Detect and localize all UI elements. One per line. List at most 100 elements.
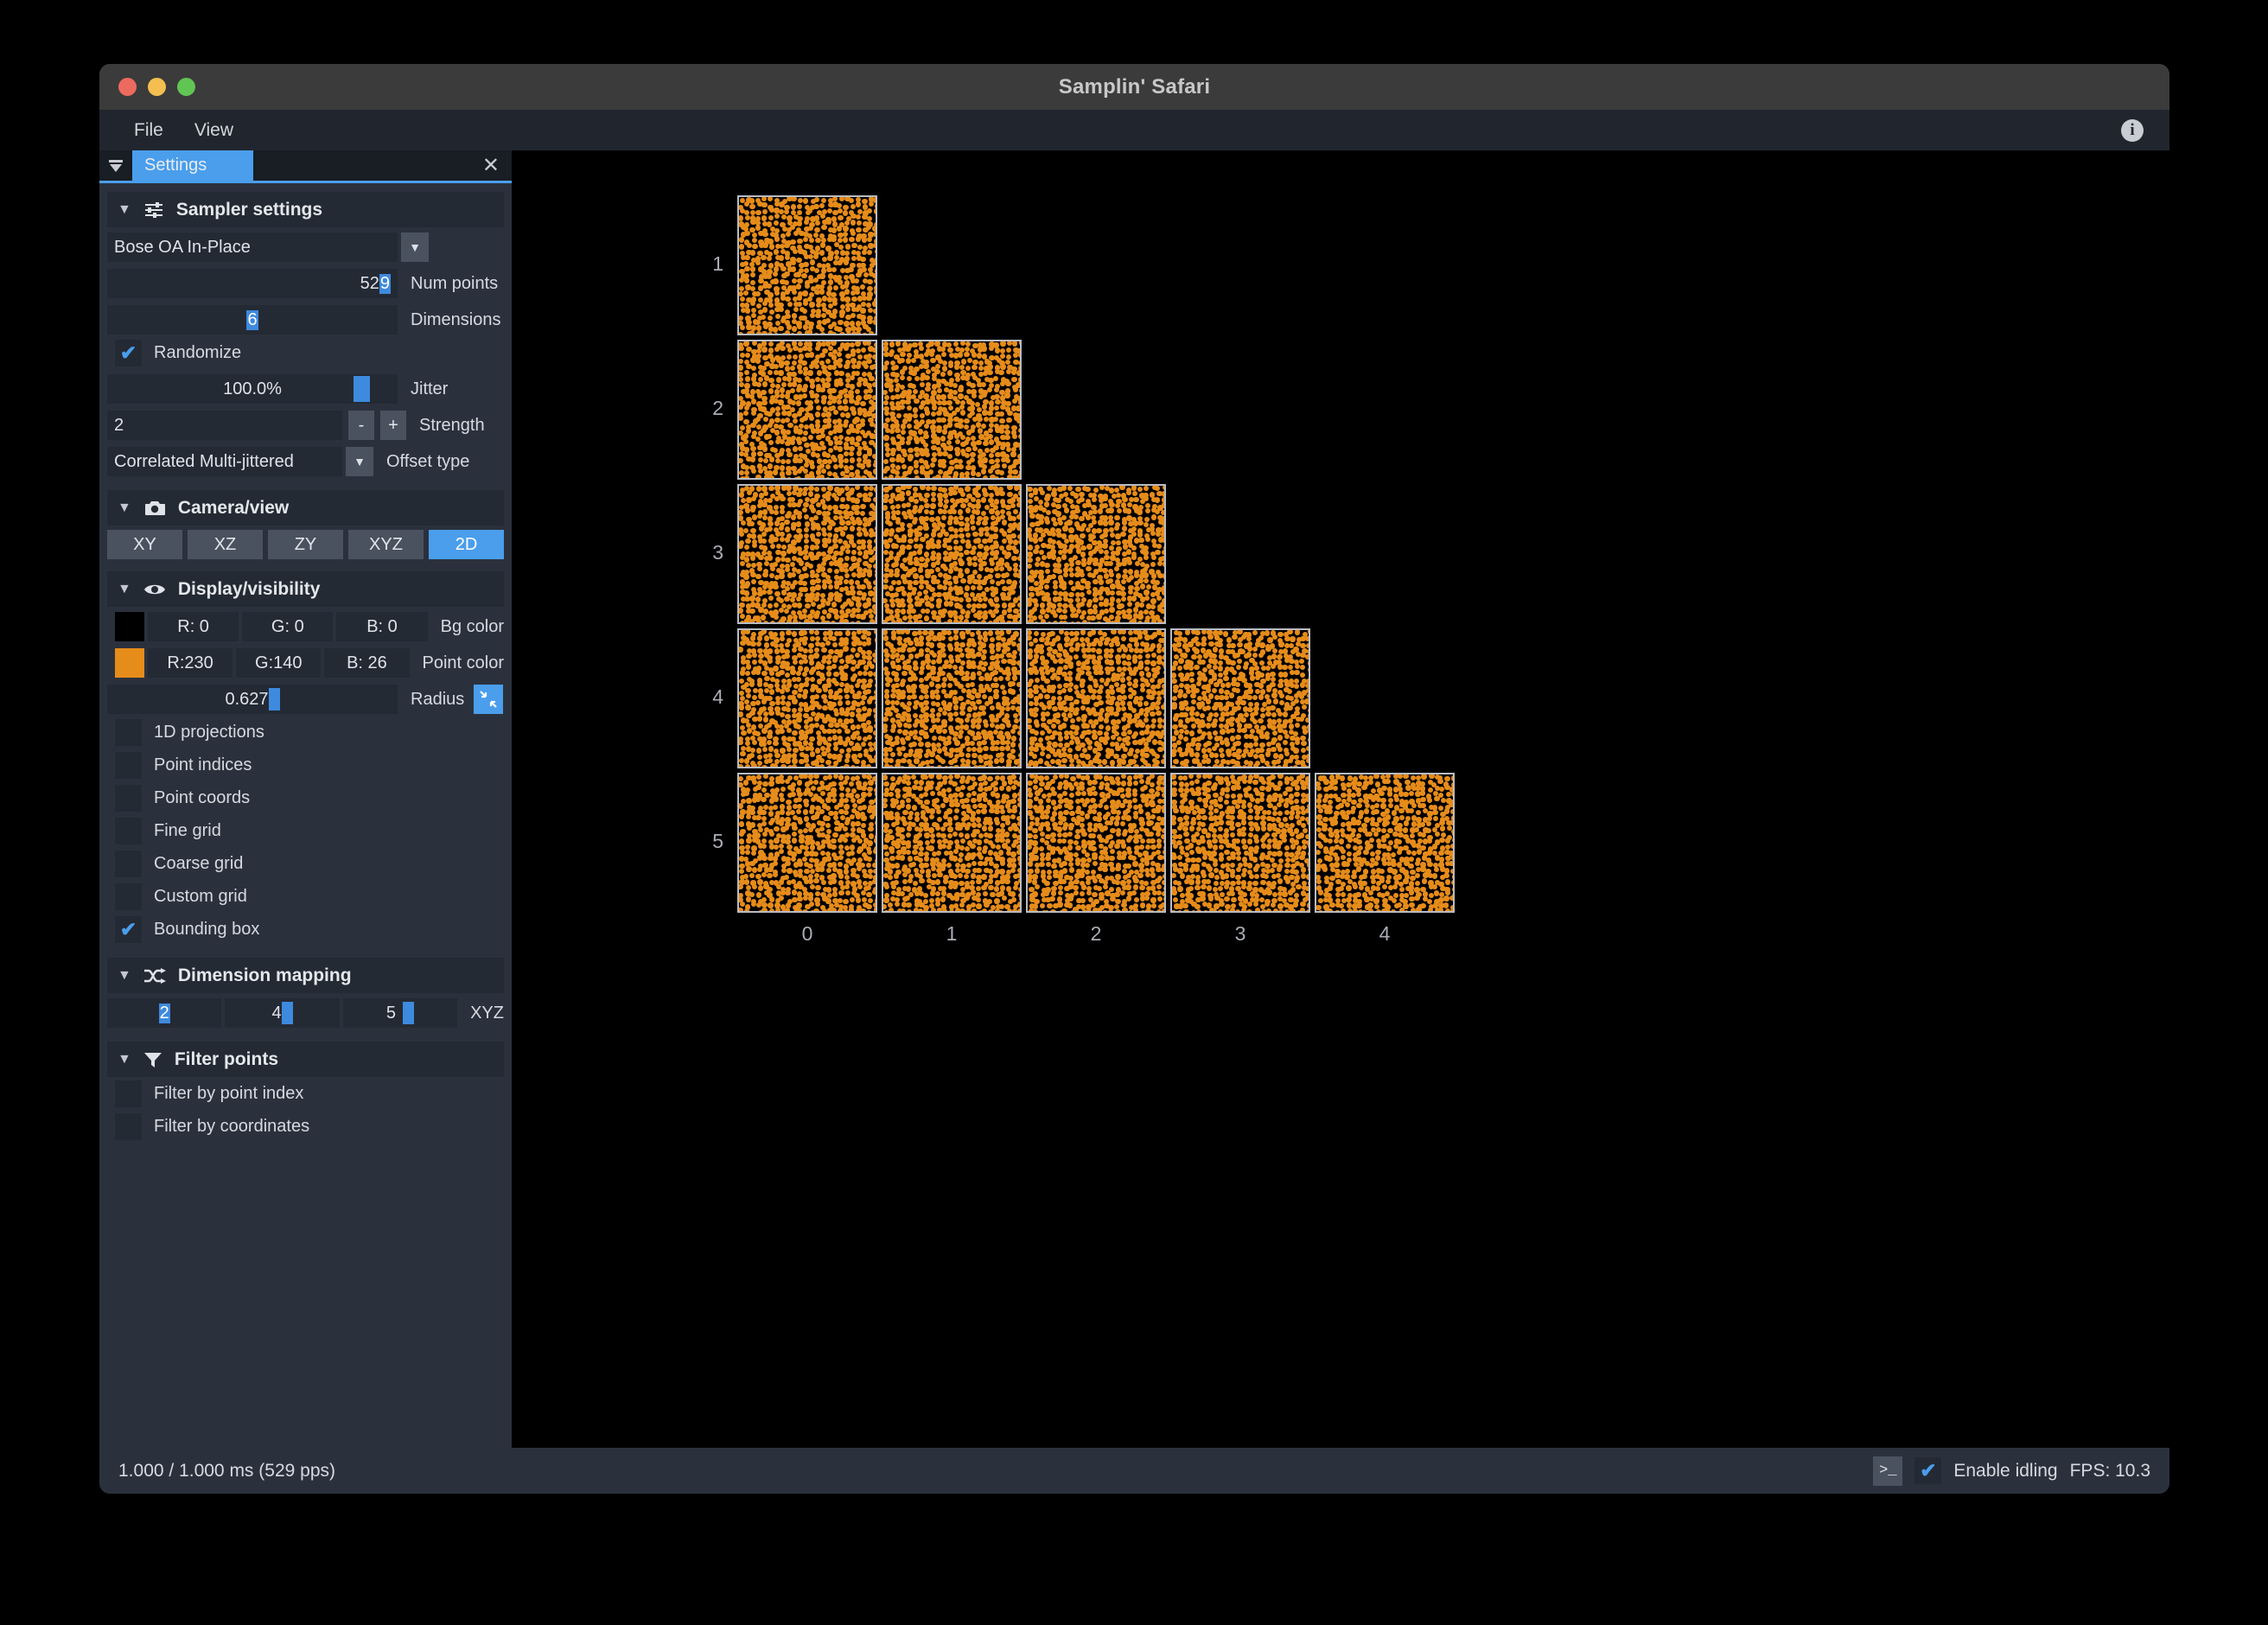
sample-point: [929, 681, 934, 686]
close-window-button[interactable]: [118, 78, 137, 96]
close-icon[interactable]: ✕: [482, 156, 500, 176]
sample-point: [987, 687, 992, 692]
sample-point: [994, 717, 999, 723]
strength-input[interactable]: 2: [107, 411, 342, 440]
radius-slider-handle[interactable]: [269, 688, 280, 711]
bg-color-b[interactable]: B: 0: [336, 612, 427, 641]
checkbox-1d-projections[interactable]: [115, 719, 142, 746]
point-color-g[interactable]: G:140: [236, 648, 321, 678]
sample-point: [1073, 654, 1079, 660]
chevron-down-icon[interactable]: ▼: [346, 447, 373, 476]
checkbox-row-filter-by-point-index[interactable]: Filter by point index: [107, 1077, 504, 1110]
dimension-z-handle[interactable]: [403, 1002, 414, 1024]
menu-item-file[interactable]: File: [118, 117, 179, 144]
radius-slider[interactable]: 0.627: [107, 685, 398, 714]
sample-point: [992, 670, 997, 675]
sample-point: [790, 562, 795, 567]
sample-point: [832, 196, 838, 201]
sample-point: [1033, 549, 1038, 554]
section-header-camera-view[interactable]: ▼ Camera/view: [107, 490, 504, 526]
dimension-y-handle[interactable]: [282, 1002, 293, 1024]
sample-point: [802, 491, 807, 496]
dimension-x-input[interactable]: 2: [107, 998, 221, 1028]
checkbox-bounding-box[interactable]: ✔: [115, 916, 142, 943]
plot-canvas[interactable]: 1234501234: [515, 150, 2169, 1448]
checkbox-row-point-indices[interactable]: Point indices: [107, 749, 504, 781]
bg-color-g[interactable]: G: 0: [242, 612, 333, 641]
section-title-filter-points: Filter points: [175, 1049, 278, 1070]
camera-view-button-2d[interactable]: 2D: [429, 530, 504, 559]
dimension-z-input[interactable]: 5: [343, 998, 457, 1028]
section-header-display-visibility[interactable]: ▼ Display/visibility: [107, 571, 504, 607]
dimension-y-input[interactable]: 4: [225, 998, 339, 1028]
bg-color-r[interactable]: R: 0: [148, 612, 239, 641]
sample-point: [965, 585, 970, 590]
sample-point: [923, 717, 928, 723]
sample-point: [779, 307, 784, 312]
sample-point: [1085, 487, 1090, 492]
checkbox-row-coarse-grid[interactable]: Coarse grid: [107, 847, 504, 880]
checkbox-fine-grid[interactable]: [115, 818, 142, 844]
sample-point: [872, 301, 877, 306]
randomize-checkbox[interactable]: ✔: [115, 340, 142, 366]
checkbox-row-filter-by-coordinates[interactable]: Filter by coordinates: [107, 1110, 504, 1143]
sample-point: [785, 289, 790, 294]
num-points-input[interactable]: 529: [107, 269, 398, 298]
sample-point: [770, 544, 775, 549]
sample-point: [751, 579, 756, 584]
sample-point: [815, 346, 820, 351]
sample-point: [768, 758, 773, 763]
camera-view-button-xyz[interactable]: XYZ: [348, 530, 424, 559]
chevron-down-icon[interactable]: ▼: [401, 233, 429, 262]
sampler-dropdown[interactable]: Bose OA In-Place: [107, 233, 398, 262]
strength-decrement-button[interactable]: -: [348, 411, 374, 440]
jitter-slider-handle[interactable]: [354, 376, 370, 402]
tab-settings[interactable]: Settings: [132, 150, 253, 181]
strength-increment-button[interactable]: +: [380, 411, 406, 440]
sample-point: [959, 718, 964, 723]
minimize-window-button[interactable]: [148, 78, 166, 96]
bg-color-swatch[interactable]: [115, 612, 144, 641]
checkbox-custom-grid[interactable]: [115, 883, 142, 910]
maximize-window-button[interactable]: [177, 78, 195, 96]
sample-point: [1010, 749, 1016, 754]
camera-view-button-xz[interactable]: XZ: [188, 530, 263, 559]
checkbox-row-point-coords[interactable]: Point coords: [107, 781, 504, 814]
sample-point: [1134, 572, 1139, 577]
sample-point: [1007, 411, 1012, 416]
dimensions-input[interactable]: 6: [107, 305, 398, 335]
randomize-row[interactable]: ✔ Randomize: [107, 336, 504, 369]
checkbox-point-coords[interactable]: [115, 785, 142, 812]
sample-point: [797, 239, 802, 244]
checkbox-row-custom-grid[interactable]: Custom grid: [107, 880, 504, 913]
sample-point: [894, 592, 899, 597]
sample-point: [1045, 711, 1050, 717]
sample-point: [854, 505, 859, 510]
info-icon[interactable]: i: [2121, 119, 2144, 142]
checkbox-point-indices[interactable]: [115, 752, 142, 779]
sample-point: [773, 741, 778, 746]
section-header-dimension-mapping[interactable]: ▼ Dimension mapping: [107, 958, 504, 993]
checkbox-row-1d-projections[interactable]: 1D projections: [107, 716, 504, 749]
camera-view-button-xy[interactable]: XY: [107, 530, 182, 559]
section-header-filter-points[interactable]: ▼ Filter points: [107, 1042, 504, 1077]
sample-point: [767, 589, 772, 595]
menu-item-view[interactable]: View: [179, 117, 249, 144]
checkbox-coarse-grid[interactable]: [115, 851, 142, 877]
sample-point: [744, 475, 749, 480]
checkbox-filter-by-point-index[interactable]: [115, 1080, 142, 1107]
point-color-r[interactable]: R:230: [148, 648, 233, 678]
point-color-b[interactable]: B: 26: [324, 648, 409, 678]
section-header-sampler-settings[interactable]: ▼ Sampler settings: [107, 192, 504, 227]
jitter-slider[interactable]: 100.0%: [107, 374, 398, 404]
offset-type-dropdown[interactable]: Correlated Multi-jittered: [107, 447, 342, 476]
checkbox-filter-by-coordinates[interactable]: [115, 1113, 142, 1140]
checkbox-row-fine-grid[interactable]: Fine grid: [107, 814, 504, 847]
sample-point: [832, 301, 838, 306]
checkbox-row-bounding-box[interactable]: ✔ Bounding box: [107, 913, 504, 946]
point-color-swatch[interactable]: [115, 648, 144, 678]
collapse-panel-icon[interactable]: [99, 150, 132, 181]
sample-point: [866, 296, 871, 301]
shrink-arrows-icon[interactable]: [474, 685, 503, 714]
camera-view-button-zy[interactable]: ZY: [268, 530, 343, 559]
